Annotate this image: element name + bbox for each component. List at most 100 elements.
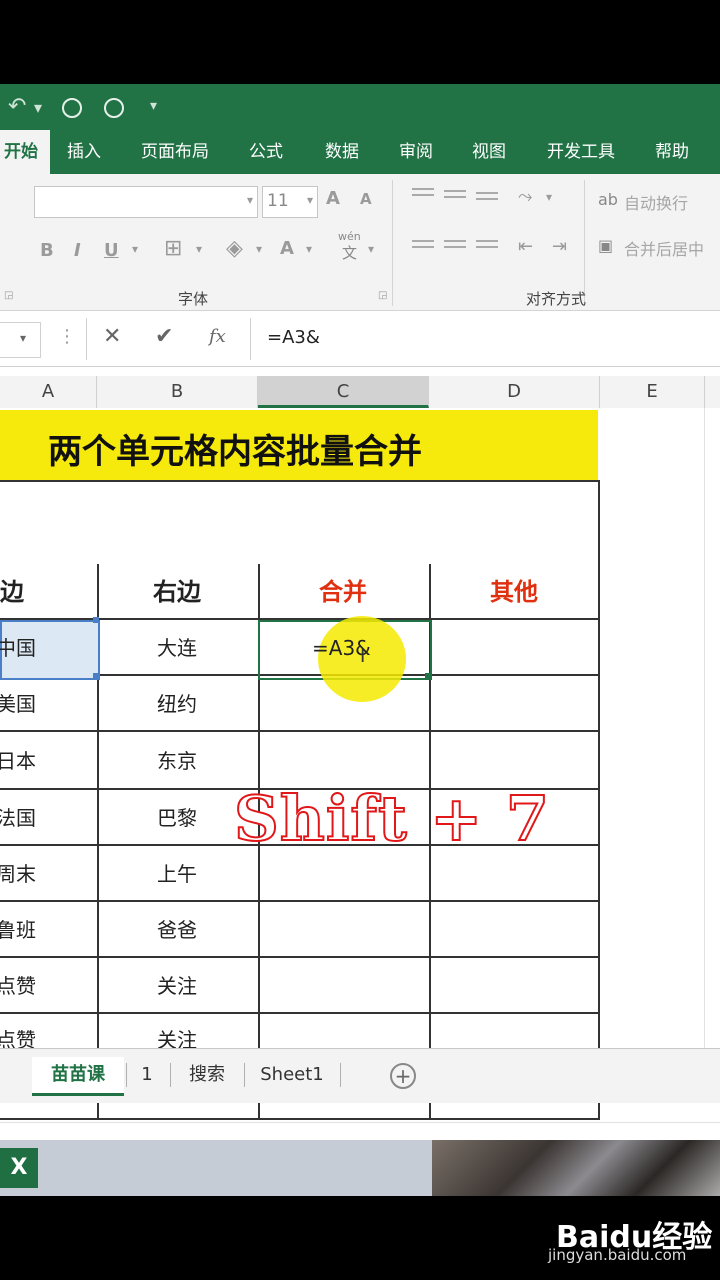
cell-b7[interactable]: 上午 [97, 846, 257, 902]
shrink-font-button[interactable]: A [360, 190, 372, 208]
font-size-box[interactable]: 11 ▾ [262, 186, 318, 218]
align-top-icon[interactable] [412, 188, 434, 202]
tab-formulas[interactable]: 公式 [240, 130, 292, 174]
wrap-text-button[interactable]: 自动换行 [624, 190, 688, 214]
cell-a9[interactable]: 点赞 [0, 958, 96, 1014]
align-left-icon[interactable] [412, 240, 434, 254]
header-other[interactable]: 其他 [429, 564, 599, 620]
cell-a4[interactable]: 美国 [0, 676, 96, 732]
grow-font-button[interactable]: A [326, 188, 340, 209]
header-right[interactable]: 右边 [97, 564, 257, 620]
dialog-launcher-icon[interactable]: ◲ [4, 290, 13, 301]
circle-button-2[interactable] [104, 98, 124, 118]
column-header-d[interactable]: D [429, 376, 600, 408]
customize-toolbar-icon[interactable]: ▾ [150, 98, 157, 114]
phonetic-guide-button[interactable]: 文 [342, 242, 357, 263]
font-color-button[interactable]: A [280, 238, 294, 259]
column-header-e[interactable]: E [600, 376, 705, 408]
cell-b8[interactable]: 爸爸 [97, 902, 257, 958]
chevron-down-icon[interactable]: ▾ [306, 242, 312, 256]
column-header-b[interactable]: B [97, 376, 258, 408]
add-sheet-icon[interactable]: + [390, 1063, 416, 1089]
tab-separator [126, 1063, 127, 1087]
tab-separator [170, 1063, 171, 1087]
bold-button[interactable]: B [40, 240, 54, 261]
decrease-indent-icon[interactable]: ⇤ [518, 236, 533, 257]
undo-dropdown-icon[interactable]: ▾ [34, 98, 42, 117]
underline-button[interactable]: U [104, 240, 119, 261]
cell-a8[interactable]: 鲁班 [0, 902, 96, 958]
tab-view[interactable]: 视图 [462, 130, 516, 174]
formula-input[interactable]: =A3& [250, 318, 720, 360]
tab-review[interactable]: 审阅 [390, 130, 442, 174]
sheet-tab-sheet1[interactable]: Sheet1 [250, 1057, 334, 1093]
title-banner[interactable]: 两个单元格内容批量合并 [0, 410, 598, 480]
sheet-tab-1[interactable]: 1 [130, 1057, 164, 1093]
sheet-tabs-bar: 苗苗课 1 搜索 Sheet1 + [0, 1048, 720, 1103]
cell-b6[interactable]: 巴黎 [97, 790, 257, 846]
chevron-down-icon[interactable]: ▾ [546, 190, 552, 204]
tab-home[interactable]: 开始 [0, 130, 50, 174]
cell-a3[interactable]: 中国 [0, 620, 96, 676]
cell-a6[interactable]: 法国 [0, 790, 96, 846]
align-center-icon[interactable] [444, 240, 466, 254]
keyboard-hint-overlay: Shift + 7 [233, 781, 550, 856]
column-header-c[interactable]: C [258, 376, 429, 408]
font-size-value: 11 [267, 191, 289, 211]
cell-b4[interactable]: 纽约 [97, 676, 257, 732]
formula-bar: ▾ ⋮ ✕ ✔ fx =A3& [0, 312, 720, 367]
cell-b3[interactable]: 大连 [97, 620, 257, 676]
formula-buttons: ✕ ✔ fx [86, 318, 247, 360]
cell-a7[interactable]: 周末 [0, 846, 96, 902]
spreadsheet-grid[interactable]: 两个单元格内容批量合并 左边 右边 合并 其他 中国 大连 美国 纽约 日本 东… [0, 408, 720, 1123]
header-merge[interactable]: 合并 [258, 564, 428, 620]
italic-button[interactable]: I [74, 240, 81, 261]
sheet-tab-miaomiao[interactable]: 苗苗课 [32, 1057, 124, 1096]
orientation-icon[interactable]: ⤳ [518, 186, 532, 207]
taskbar: X [0, 1140, 720, 1196]
align-right-icon[interactable] [476, 240, 498, 254]
sheet-tab-search[interactable]: 搜索 [176, 1057, 238, 1093]
chevron-down-icon[interactable]: ▾ [368, 242, 374, 256]
cell-a5[interactable]: 日本 [0, 733, 96, 789]
header-left[interactable]: 左边 [0, 564, 96, 620]
tab-separator [244, 1063, 245, 1087]
circle-button-1[interactable] [62, 98, 82, 118]
tab-developer[interactable]: 开发工具 [538, 130, 624, 174]
merge-center-button[interactable]: 合并后居中 [624, 236, 704, 260]
tab-help[interactable]: 帮助 [646, 130, 698, 174]
chevron-down-icon[interactable]: ▾ [256, 242, 262, 256]
insert-function-button[interactable]: fx [209, 326, 226, 347]
column-header-a[interactable]: A [0, 376, 97, 408]
dialog-launcher-icon[interactable]: ◲ [378, 290, 387, 301]
more-options-icon: ⋮ [58, 326, 76, 347]
cancel-icon[interactable]: ✕ [103, 324, 121, 349]
increase-indent-icon[interactable]: ⇥ [552, 236, 567, 257]
title-bar: ↶ ▾ ▾ [0, 84, 720, 130]
fill-handle[interactable] [425, 673, 431, 679]
cell-b5[interactable]: 东京 [97, 733, 257, 789]
font-name-box[interactable]: ▾ [34, 186, 258, 218]
fill-color-icon[interactable]: ◈ [226, 236, 243, 261]
group-label-alignment: 对齐方式 [526, 290, 587, 308]
ribbon-tabs: 开始 插入 页面布局 公式 数据 审阅 视图 开发工具 帮助 [0, 130, 720, 174]
undo-icon[interactable]: ↶ [8, 94, 26, 119]
cell-b9[interactable]: 关注 [97, 958, 257, 1014]
align-bottom-icon[interactable] [476, 192, 498, 206]
ribbon: ▾ 11 ▾ A A B I U ▾ ⊞ ▾ ◈ ▾ A ▾ wén 文 ▾ ⤳… [0, 174, 720, 311]
name-box[interactable]: ▾ [0, 322, 41, 358]
tab-page-layout[interactable]: 页面布局 [132, 130, 218, 174]
tab-insert[interactable]: 插入 [58, 130, 110, 174]
enter-icon[interactable]: ✔ [155, 324, 173, 349]
chevron-down-icon: ▾ [306, 193, 313, 207]
gridline [704, 408, 705, 1048]
tab-data[interactable]: 数据 [314, 130, 370, 174]
borders-icon[interactable]: ⊞ [164, 236, 182, 261]
column-headers: A B C D E [0, 376, 720, 409]
align-middle-icon[interactable] [444, 190, 466, 204]
chevron-down-icon[interactable]: ▾ [132, 242, 138, 256]
banner-title: 两个单元格内容批量合并 [48, 432, 422, 472]
formula-text: =A3& [267, 327, 320, 348]
excel-app-icon[interactable]: X [0, 1148, 38, 1188]
chevron-down-icon[interactable]: ▾ [196, 242, 202, 256]
